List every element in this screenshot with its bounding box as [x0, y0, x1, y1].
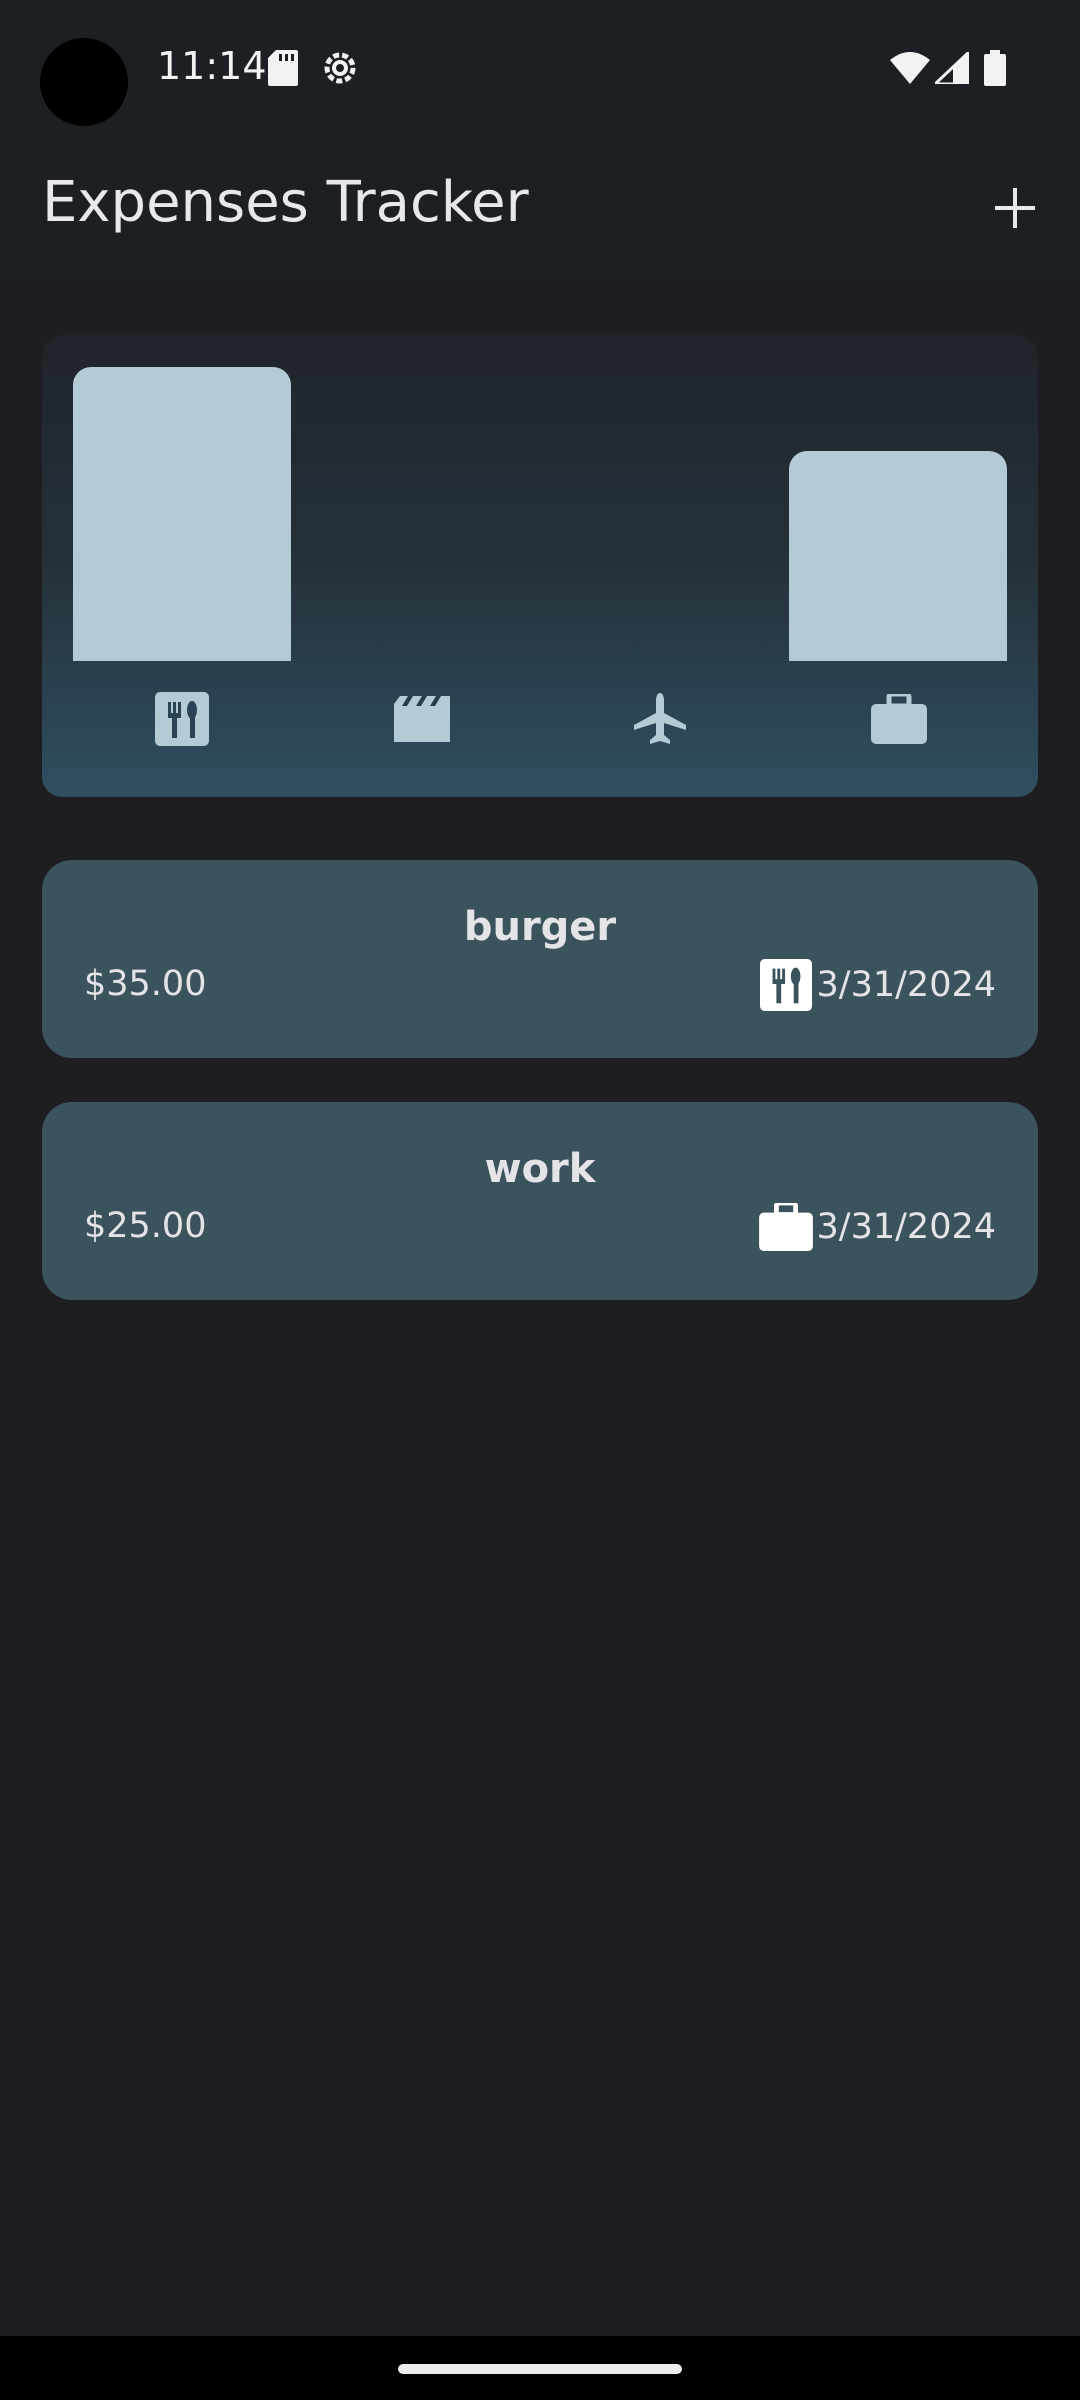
- expense-date: 3/31/2024: [816, 965, 996, 1005]
- expense-item[interactable]: burger $35.00 3/31/2024: [42, 860, 1038, 1058]
- briefcase-icon: [871, 691, 927, 747]
- chart-bar-slot-work: [789, 367, 1007, 661]
- expense-item[interactable]: work $25.00 3/31/2024: [42, 1102, 1038, 1300]
- chart-bars: [42, 335, 1038, 661]
- expense-amount: $25.00: [84, 1206, 207, 1246]
- briefcase-icon: [758, 1200, 813, 1254]
- cellular-signal-icon: [931, 48, 971, 89]
- home-gesture-handle[interactable]: [398, 2364, 682, 2374]
- expense-amount: $35.00: [84, 964, 207, 1004]
- chart-bar-food: [73, 367, 291, 661]
- restaurant-icon: [759, 958, 813, 1012]
- battery-icon: [984, 50, 1006, 91]
- chart-bar-work: [789, 451, 1007, 661]
- airplane-icon: [632, 691, 688, 747]
- app-bar: Expenses Tracker: [0, 130, 1080, 280]
- sync-settings-icon: [320, 48, 360, 93]
- status-time: 11:14: [157, 44, 267, 88]
- expense-date: 3/31/2024: [816, 1207, 996, 1247]
- camera-cutout: [40, 38, 128, 126]
- chart-bar-slot-travel: [551, 367, 769, 661]
- add-icon: [995, 188, 1035, 228]
- chart-bar-slot-food: [73, 367, 291, 661]
- add-expense-button[interactable]: [985, 178, 1045, 238]
- restaurant-icon: [154, 691, 210, 747]
- sd-card-icon: [268, 50, 298, 91]
- expense-chart: [42, 335, 1038, 797]
- wifi-icon: [890, 52, 930, 89]
- expense-title: work: [484, 1146, 596, 1192]
- status-bar: 11:14: [0, 0, 1080, 130]
- navigation-bar: [0, 2336, 1080, 2400]
- movie-clapper-icon: [394, 691, 450, 747]
- expense-title: burger: [463, 904, 617, 950]
- chart-bar-slot-leisure: [312, 367, 530, 661]
- page-title: Expenses Tracker: [42, 170, 529, 235]
